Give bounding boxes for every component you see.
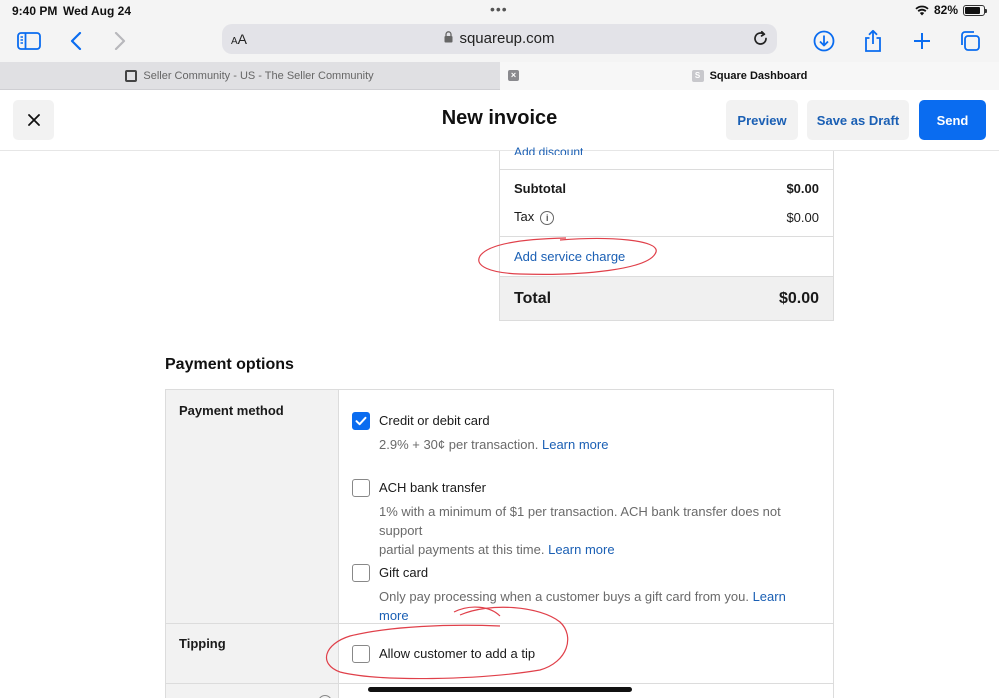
ach-checkbox[interactable] (352, 479, 370, 497)
gift-card-desc: Only pay processing when a customer buys… (379, 587, 813, 625)
status-right: 82% (915, 3, 987, 17)
ach-fee-text: 1% with a minimum of $1 per transaction.… (379, 504, 781, 538)
home-indicator[interactable] (368, 687, 632, 692)
square-dashboard-favicon-icon: S (691, 70, 704, 82)
payment-method-cell: Payment method (166, 390, 339, 623)
subtotal-row: Subtotal $0.00 (514, 181, 819, 196)
add-discount-link[interactable]: Add discount (514, 145, 583, 155)
checkmark-icon (355, 416, 367, 426)
gift-card-fee-text: Only pay processing when a customer buys… (379, 589, 749, 604)
reload-icon[interactable] (752, 30, 769, 47)
add-service-charge-link[interactable]: Add service charge (514, 249, 625, 264)
tipping-cell: Tipping (166, 623, 339, 683)
browser-toolbar: AA squareup.com (0, 20, 999, 62)
tab-title: Seller Community - US - The Seller Commu… (143, 70, 374, 82)
multitasking-dots[interactable]: ••• (490, 1, 508, 17)
tipping-option-title: Allow customer to add a tip (379, 646, 536, 661)
square-favicon-icon (125, 70, 138, 82)
ach-fee-text-2: partial payments at this time. (379, 542, 545, 557)
total-row: Total $0.00 (500, 276, 833, 320)
credit-card-title: Credit or debit card (379, 413, 490, 428)
credit-card-desc: 2.9% + 30¢ per transaction. Learn more (379, 435, 608, 454)
info-icon[interactable]: i (540, 211, 555, 225)
battery-icon (963, 4, 987, 16)
tax-value: $0.00 (786, 209, 819, 225)
lock-icon (444, 31, 453, 43)
ach-title: ACH bank transfer (379, 480, 486, 495)
status-time: 9:40 PM (12, 4, 58, 18)
divider (166, 683, 833, 684)
new-tab-icon[interactable] (908, 27, 936, 55)
battery-fill (965, 6, 980, 14)
save-draft-button[interactable]: Save as Draft (807, 100, 909, 140)
total-label: Total (514, 290, 552, 307)
total-value: $0.00 (778, 290, 819, 307)
send-button[interactable]: Send (919, 100, 986, 140)
credit-card-checkbox[interactable] (352, 412, 370, 430)
totals-box: Add discount Subtotal $0.00 Tax i $0.00 A… (499, 145, 834, 321)
tab-square-dashboard[interactable]: × S Square Dashboard (500, 62, 999, 90)
status-bar: 9:40 PM Wed Aug 24 ••• 82% (0, 0, 999, 20)
divider (500, 169, 833, 170)
gift-card-title: Gift card (379, 565, 429, 580)
payment-options-title: Payment options (165, 356, 294, 373)
battery-percent: 82% (933, 3, 958, 17)
service-charge-row: Add service charge (514, 249, 819, 264)
sidebar-icon[interactable] (15, 27, 43, 55)
tipping-checkbox[interactable] (352, 645, 370, 663)
gift-card-option[interactable]: Gift card Only pay processing when a cus… (352, 564, 813, 623)
ach-learn-more-link[interactable]: Learn more (548, 542, 614, 557)
forward-icon[interactable] (106, 27, 134, 55)
wifi-icon (915, 5, 929, 16)
gift-card-checkbox[interactable] (352, 564, 370, 582)
back-icon[interactable] (62, 27, 90, 55)
url-display[interactable]: squareup.com (222, 30, 777, 47)
invoice-header: New invoice Preview Save as Draft Send (0, 90, 999, 151)
tab-title: Square Dashboard (709, 70, 808, 82)
address-bar[interactable]: AA squareup.com (222, 24, 777, 54)
credit-card-fee-text: 2.9% + 30¢ per transaction. (379, 437, 539, 452)
download-icon[interactable] (810, 27, 838, 55)
subtotal-label: Subtotal (514, 181, 566, 196)
credit-card-option[interactable]: Credit or debit card 2.9% + 30¢ per tran… (352, 412, 813, 452)
ach-desc: 1% with a minimum of $1 per transaction.… (379, 502, 813, 559)
next-row-cell (166, 683, 339, 698)
ach-option[interactable]: ACH bank transfer 1% with a minimum of $… (352, 479, 813, 557)
credit-card-learn-more-link[interactable]: Learn more (542, 437, 608, 452)
tab-close-icon[interactable]: × (508, 70, 519, 81)
divider (500, 236, 833, 237)
subtotal-value: $0.00 (786, 181, 819, 196)
payment-method-label: Payment method (179, 403, 284, 418)
tax-row: Tax i $0.00 (514, 209, 819, 225)
payment-options-table: Payment method Tipping Credit or debit c… (165, 389, 834, 698)
preview-button[interactable]: Preview (726, 100, 798, 140)
status-date: Wed Aug 24 (63, 4, 132, 18)
tax-label: Tax (514, 209, 535, 224)
tipping-option[interactable]: Allow customer to add a tip (352, 645, 813, 667)
tab-seller-community[interactable]: Seller Community - US - The Seller Commu… (0, 62, 499, 90)
tabs-overview-icon[interactable] (956, 27, 984, 55)
tab-bar: Seller Community - US - The Seller Commu… (0, 62, 999, 90)
tipping-label: Tipping (179, 636, 226, 651)
url-text: squareup.com (459, 30, 555, 47)
share-icon[interactable] (859, 27, 887, 55)
